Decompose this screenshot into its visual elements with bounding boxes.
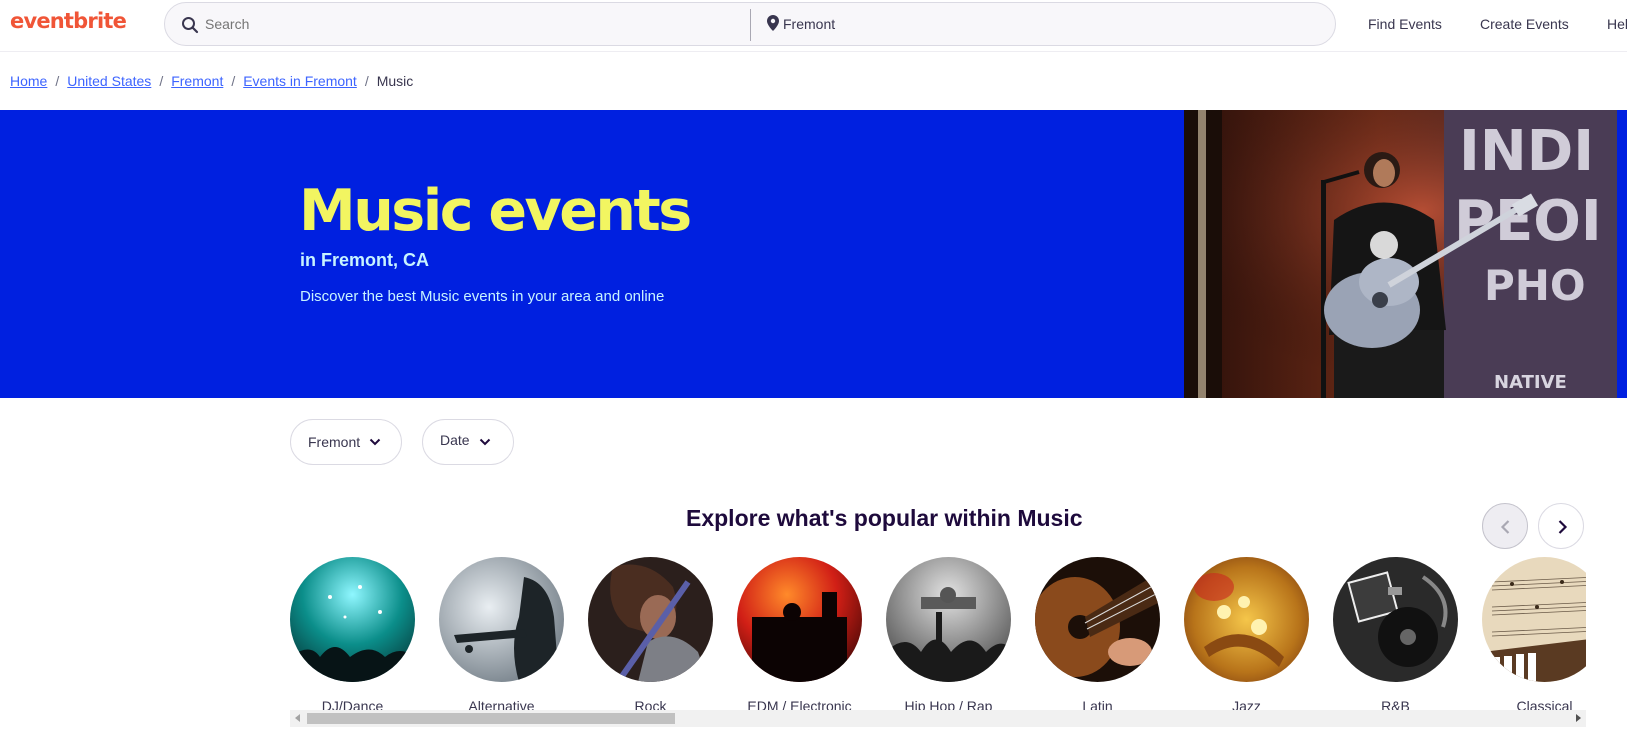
svg-text:INDI: INDI bbox=[1459, 119, 1594, 184]
hero-description: Discover the best Music events in your a… bbox=[300, 288, 665, 305]
breadcrumb-united-states[interactable]: United States bbox=[67, 73, 151, 89]
breadcrumb-home[interactable]: Home bbox=[10, 73, 47, 89]
carousel-prev-button[interactable] bbox=[1482, 503, 1528, 549]
nav-create-events[interactable]: Create Events bbox=[1480, 16, 1569, 32]
alternative-image bbox=[439, 557, 564, 682]
category-dj-dance[interactable]: DJ/Dance bbox=[290, 557, 415, 714]
category-classical[interactable]: Classical bbox=[1482, 557, 1586, 714]
location-filter-dropdown[interactable]: Fremont bbox=[290, 419, 402, 465]
location-pin-icon bbox=[767, 15, 779, 36]
category-carousel-scrollbar[interactable] bbox=[290, 710, 1586, 727]
breadcrumb-current: Music bbox=[376, 73, 414, 89]
chevron-down-icon bbox=[479, 438, 491, 446]
chevron-left-icon bbox=[1500, 520, 1510, 534]
explore-section-title: Explore what's popular within Music bbox=[686, 505, 1083, 531]
search-input[interactable] bbox=[205, 9, 725, 39]
breadcrumb: Home / United States / Fremont / Events in Fre… bbox=[10, 73, 414, 89]
rock-image bbox=[588, 557, 713, 684]
chevron-right-icon bbox=[1558, 520, 1568, 534]
search-divider bbox=[750, 9, 751, 41]
scrollbar-thumb[interactable] bbox=[307, 713, 675, 724]
category-latin[interactable]: Latin bbox=[1030, 557, 1161, 714]
latin-image bbox=[1030, 557, 1161, 682]
svg-text:NATIVE: NATIVE bbox=[1494, 372, 1567, 393]
chevron-down-icon bbox=[369, 438, 381, 446]
jazz-image bbox=[1184, 557, 1309, 682]
location-filter-label: Fremont bbox=[308, 434, 361, 450]
classical-image bbox=[1482, 557, 1586, 682]
r-and-b-image bbox=[1333, 557, 1458, 682]
breadcrumb-fremont[interactable]: Fremont bbox=[171, 73, 223, 89]
hero-banner: Music events in Fremont, CA Discover the… bbox=[0, 110, 1627, 398]
svg-text:PHO: PHO bbox=[1484, 261, 1586, 310]
hip-hop-rap-image bbox=[886, 557, 1011, 682]
category-hip-hop-rap[interactable]: Hip Hop / Rap bbox=[886, 557, 1011, 714]
date-filter-dropdown[interactable]: Date bbox=[422, 419, 514, 465]
breadcrumb-events-in-fremont[interactable]: Events in Fremont bbox=[243, 73, 357, 89]
edm-electronic-image bbox=[737, 557, 862, 682]
search-bar bbox=[164, 2, 1336, 46]
scroll-left-arrow-icon[interactable] bbox=[295, 714, 300, 722]
carousel-next-button[interactable] bbox=[1538, 503, 1584, 549]
search-icon bbox=[181, 16, 199, 39]
nav-find-events[interactable]: Find Events bbox=[1368, 16, 1442, 32]
location-input[interactable] bbox=[783, 9, 1183, 39]
eventbrite-logo[interactable]: eventbrite bbox=[10, 9, 127, 33]
category-edm-electronic[interactable]: EDM / Electronic bbox=[737, 557, 862, 714]
page-title: Music events bbox=[299, 178, 692, 244]
nav-help[interactable]: Hel bbox=[1607, 16, 1627, 32]
scroll-right-arrow-icon[interactable] bbox=[1576, 714, 1581, 722]
category-jazz[interactable]: Jazz bbox=[1184, 557, 1309, 714]
hero-location-subtitle: in Fremont, CA bbox=[300, 250, 429, 270]
date-filter-label: Date bbox=[440, 432, 470, 448]
dj-dance-image bbox=[290, 557, 415, 682]
category-alternative[interactable]: Alternative bbox=[439, 557, 564, 714]
category-r-and-b[interactable]: R&B bbox=[1333, 557, 1458, 714]
category-rock[interactable]: Rock bbox=[588, 557, 713, 714]
hero-performer-image: INDI PEOI PHO NATIVE bbox=[1184, 110, 1617, 398]
top-navigation-bar: eventbrite Find Events Create Events Hel bbox=[0, 0, 1627, 52]
